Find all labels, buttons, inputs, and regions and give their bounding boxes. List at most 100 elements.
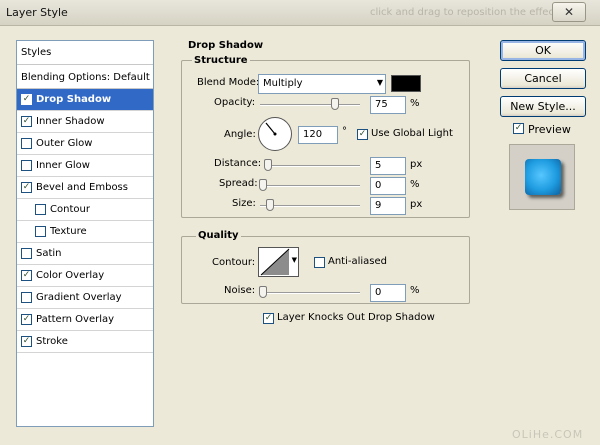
style-item-label: Stroke [36, 336, 68, 347]
size-input[interactable]: 9 [370, 197, 406, 215]
opacity-label: Opacity: [214, 97, 256, 108]
opacity-slider-track[interactable] [260, 104, 360, 106]
close-button[interactable]: ✕ [552, 2, 586, 22]
size-label: Size: [232, 198, 256, 209]
quality-title: Quality [196, 230, 241, 241]
style-item-checkbox[interactable]: ✓ [21, 94, 32, 105]
style-item-checkbox[interactable] [35, 204, 46, 215]
preview-label: Preview [528, 123, 571, 136]
style-item-label: Pattern Overlay [36, 314, 115, 325]
angle-unit: ° [342, 126, 347, 137]
style-item-checkbox[interactable] [21, 160, 32, 171]
blend-mode-value: Multiply [263, 78, 303, 89]
size-slider-track[interactable] [260, 205, 360, 207]
style-item-checkbox[interactable]: ✓ [21, 314, 32, 325]
angle-needle-icon [265, 122, 277, 136]
style-item-pattern-overlay[interactable]: ✓ Pattern Overlay [17, 309, 153, 331]
opacity-input[interactable]: 75 [370, 96, 406, 114]
style-item-checkbox[interactable]: ✓ [21, 270, 32, 281]
style-item-outer-glow[interactable]: Outer Glow [17, 133, 153, 155]
distance-label: Distance: [214, 158, 262, 169]
style-item-bevel-and-emboss[interactable]: ✓ Bevel and Emboss [17, 177, 153, 199]
noise-unit: % [410, 285, 420, 296]
style-item-color-overlay[interactable]: ✓ Color Overlay [17, 265, 153, 287]
noise-input[interactable]: 0 [370, 284, 406, 302]
contour-picker[interactable]: ▼ [258, 247, 299, 277]
window-title: Layer Style [6, 6, 68, 19]
styles-header-label: Styles [21, 47, 52, 58]
contour-label: Contour: [212, 257, 256, 268]
knocks-out-checkbox[interactable]: ✓ [263, 313, 274, 324]
spread-label: Spread: [219, 178, 258, 189]
style-item-inner-shadow[interactable]: ✓ Inner Shadow [17, 111, 153, 133]
spread-slider-thumb[interactable] [259, 179, 267, 191]
size-slider-thumb[interactable] [266, 199, 274, 211]
style-item-gradient-overlay[interactable]: Gradient Overlay [17, 287, 153, 309]
title-bar: Layer Style click and drag to reposition… [0, 0, 600, 26]
style-item-label: Bevel and Emboss [36, 182, 128, 193]
shadow-color-swatch[interactable] [391, 75, 421, 92]
noise-slider-track[interactable] [260, 292, 360, 294]
ghost-hint-text: click and drag to reposition the effect [370, 7, 558, 18]
blend-mode-label: Blend Mode: [197, 77, 260, 88]
anti-aliased-label: Anti-aliased [328, 256, 388, 267]
new-style-button[interactable]: New Style... [500, 96, 586, 117]
style-item-checkbox[interactable]: ✓ [21, 182, 32, 193]
noise-label: Noise: [224, 285, 256, 296]
style-item-checkbox[interactable] [21, 248, 32, 259]
preview-frame [509, 144, 575, 210]
angle-label: Angle: [224, 129, 256, 140]
style-item-label: Satin [36, 248, 62, 259]
style-item-satin[interactable]: Satin [17, 243, 153, 265]
style-item-label: Inner Glow [36, 160, 90, 171]
style-item-label: Inner Shadow [36, 116, 105, 127]
distance-unit: px [410, 159, 423, 170]
spread-input[interactable]: 0 [370, 177, 406, 195]
angle-input[interactable]: 120 [298, 126, 338, 144]
distance-slider-thumb[interactable] [264, 159, 272, 171]
style-item-stroke[interactable]: ✓ Stroke [17, 331, 153, 353]
blending-options-item[interactable]: Blending Options: Default [17, 67, 153, 89]
style-item-contour[interactable]: Contour [17, 199, 153, 221]
use-global-light-label: Use Global Light [371, 128, 453, 139]
structure-title: Structure [192, 55, 250, 66]
distance-slider-track[interactable] [264, 165, 360, 167]
anti-aliased-checkbox[interactable] [314, 257, 325, 268]
use-global-light-checkbox[interactable]: ✓ [357, 129, 368, 140]
size-unit: px [410, 199, 423, 210]
blending-options-label: Blending Options: Default [21, 72, 150, 83]
styles-list: Styles Blending Options: Default ✓ Drop S… [16, 40, 154, 427]
section-title: Drop Shadow [188, 40, 264, 51]
style-item-label: Color Overlay [36, 270, 105, 281]
style-item-label: Texture [50, 226, 87, 237]
style-item-checkbox[interactable]: ✓ [21, 336, 32, 347]
chevron-down-icon: ▼ [376, 78, 383, 87]
watermark: OLiHe.COM [512, 428, 584, 441]
ok-button[interactable]: OK [500, 40, 586, 61]
style-item-checkbox[interactable] [35, 226, 46, 237]
spread-unit: % [410, 179, 420, 190]
spread-slider-track[interactable] [260, 185, 360, 187]
style-item-checkbox[interactable] [21, 292, 32, 303]
preview-checkbox[interactable]: ✓ [513, 123, 524, 134]
style-item-inner-glow[interactable]: Inner Glow [17, 155, 153, 177]
contour-dropdown-icon[interactable]: ▼ [292, 256, 297, 264]
style-item-label: Gradient Overlay [36, 292, 122, 303]
preview-tile-icon [525, 159, 561, 195]
cancel-button[interactable]: Cancel [500, 68, 586, 89]
distance-input[interactable]: 5 [370, 157, 406, 175]
opacity-slider-thumb[interactable] [331, 98, 339, 110]
knocks-out-label: Layer Knocks Out Drop Shadow [277, 312, 435, 323]
noise-slider-thumb[interactable] [259, 286, 267, 298]
angle-dial[interactable] [258, 117, 292, 151]
contour-curve-icon [260, 248, 290, 276]
style-item-label: Drop Shadow [36, 94, 112, 105]
style-item-checkbox[interactable] [21, 138, 32, 149]
style-item-checkbox[interactable]: ✓ [21, 116, 32, 127]
style-item-label: Contour [50, 204, 90, 215]
blend-mode-select[interactable]: Multiply ▼ [258, 74, 386, 94]
styles-header[interactable]: Styles [17, 41, 153, 65]
opacity-unit: % [410, 98, 420, 109]
style-item-drop-shadow[interactable]: ✓ Drop Shadow [17, 89, 153, 111]
style-item-texture[interactable]: Texture [17, 221, 153, 243]
